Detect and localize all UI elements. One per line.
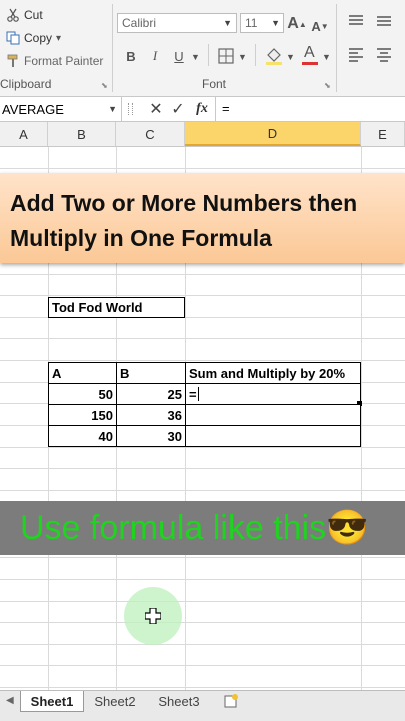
dialog-launcher-icon[interactable]: ⬊ <box>324 81 331 90</box>
font-color-swatch <box>302 62 318 65</box>
scroll-tabs-left-icon[interactable]: ◀ <box>6 695 14 706</box>
copy-button[interactable]: Copy ▾ <box>6 31 61 45</box>
borders-button[interactable] <box>218 48 234 69</box>
grow-font-button[interactable]: A ▲ <box>287 14 306 34</box>
underline-button[interactable]: U <box>170 46 188 66</box>
cancel-formula-icon[interactable]: ✕ <box>146 98 166 120</box>
font-color-button[interactable]: A <box>302 44 318 66</box>
title-cell[interactable]: Tod Fod World <box>48 297 185 318</box>
chevron-down-icon[interactable]: ▼ <box>108 104 117 114</box>
table-cell[interactable] <box>185 404 361 426</box>
enter-formula-icon[interactable]: ✓ <box>168 98 188 120</box>
align-center-button[interactable] <box>376 47 392 68</box>
format-painter-button[interactable]: Format Painter <box>6 54 103 68</box>
copy-icon <box>6 31 20 45</box>
insert-function-button[interactable]: fx <box>191 98 213 120</box>
tab-sheet1[interactable]: Sheet1 <box>20 691 84 712</box>
resize-handle[interactable] <box>128 103 133 115</box>
align-center-icon <box>377 48 391 62</box>
header-cell-b[interactable]: B <box>116 362 186 384</box>
table-cell[interactable] <box>185 425 361 447</box>
caption-text: Use formula like this <box>20 509 327 547</box>
divider <box>208 44 209 66</box>
insert-sheet-button[interactable] <box>223 693 239 714</box>
borders-icon <box>218 48 234 64</box>
column-headers: A B C D E <box>0 122 405 147</box>
chevron-down-icon[interactable]: ▼ <box>191 52 200 62</box>
column-header-c[interactable]: C <box>116 122 185 146</box>
font-group-label: Font <box>202 77 227 91</box>
paintbrush-icon <box>6 54 20 68</box>
divider <box>255 44 256 66</box>
align-middle-icon <box>377 16 391 26</box>
align-left-button[interactable] <box>348 47 364 68</box>
cut-button[interactable]: Cut <box>6 8 43 22</box>
table-cell[interactable]: 150 <box>48 404 117 426</box>
dialog-launcher-icon[interactable]: ⬊ <box>101 81 108 90</box>
sheet-tabs-bar: ◀ Sheet1 Sheet2 Sheet3 <box>0 690 405 721</box>
formula-input[interactable]: = <box>222 101 230 116</box>
active-cell[interactable]: = <box>185 383 361 405</box>
align-left-icon <box>349 48 363 62</box>
copy-label: Copy <box>24 31 53 45</box>
column-header-b[interactable]: B <box>48 122 116 146</box>
font-name-value: Calibri <box>122 16 157 30</box>
group-divider <box>336 4 337 92</box>
font-name-select[interactable]: Calibri ▼ <box>117 13 237 33</box>
ribbon: Cut Copy ▾ Format Painter Clipboard ⬊ Ca… <box>0 0 405 97</box>
table-cell[interactable]: 40 <box>48 425 117 447</box>
group-divider <box>112 4 113 92</box>
header-cell-a[interactable]: A <box>48 362 117 384</box>
shrink-font-button[interactable]: A ▼ <box>311 16 329 36</box>
table-cell[interactable]: 36 <box>116 404 186 426</box>
caption: Use formula like this😎 <box>20 503 368 553</box>
fill-color-button[interactable] <box>264 46 284 71</box>
copy-dropdown-icon[interactable]: ▾ <box>56 33 61 44</box>
banner-text: Add Two or More Numbers then Multiply in… <box>10 186 402 256</box>
column-header-a[interactable]: A <box>0 122 48 146</box>
text-cursor <box>197 387 199 401</box>
align-middle-button[interactable] <box>376 14 392 33</box>
font-color-icon: A <box>304 44 315 61</box>
chevron-down-icon: ▼ <box>271 18 280 28</box>
name-box-value: AVERAGE <box>2 101 64 117</box>
table-cell[interactable]: 25 <box>116 383 186 405</box>
sunglasses-emoji-icon: 😎 <box>326 509 369 547</box>
cut-label: Cut <box>24 8 43 22</box>
chevron-down-icon[interactable]: ▼ <box>286 52 295 62</box>
chevron-down-icon[interactable]: ▼ <box>238 52 247 62</box>
tab-sheet2[interactable]: Sheet2 <box>86 691 144 711</box>
divider <box>215 97 216 121</box>
bold-button[interactable]: B <box>122 46 140 66</box>
column-header-d[interactable]: D <box>185 122 361 146</box>
banner-line-1: Add Two or More Numbers then <box>10 190 358 216</box>
scissors-icon <box>6 8 20 22</box>
column-header-e[interactable]: E <box>361 122 405 146</box>
tab-sheet3[interactable]: Sheet3 <box>150 691 208 711</box>
banner-line-2: Multiply in One Formula <box>10 225 272 251</box>
font-size-select[interactable]: 11 ▼ <box>240 13 284 33</box>
cross-cursor-icon <box>144 607 162 629</box>
active-cell-value: = <box>189 386 197 402</box>
chevron-down-icon: ▼ <box>223 18 232 28</box>
table-cell[interactable]: 50 <box>48 383 117 405</box>
shrink-font-icon: A <box>311 18 321 34</box>
clipboard-group-label: Clipboard <box>0 77 52 91</box>
chevron-down-icon[interactable]: ▼ <box>322 52 331 62</box>
align-top-button[interactable] <box>348 14 364 33</box>
insert-sheet-icon <box>224 694 238 708</box>
header-cell-c[interactable]: Sum and Multiply by 20% <box>185 362 361 384</box>
paint-bucket-icon <box>266 48 282 65</box>
grow-font-icon: A <box>287 15 299 32</box>
align-top-icon <box>349 15 363 25</box>
formula-bar: AVERAGE ▼ ✕ ✓ fx = <box>0 97 405 122</box>
name-box[interactable]: AVERAGE ▼ <box>0 97 122 121</box>
font-size-value: 11 <box>245 16 258 30</box>
format-painter-label: Format Painter <box>24 54 104 68</box>
table-cell[interactable]: 30 <box>116 425 186 447</box>
italic-button[interactable]: I <box>146 46 164 66</box>
